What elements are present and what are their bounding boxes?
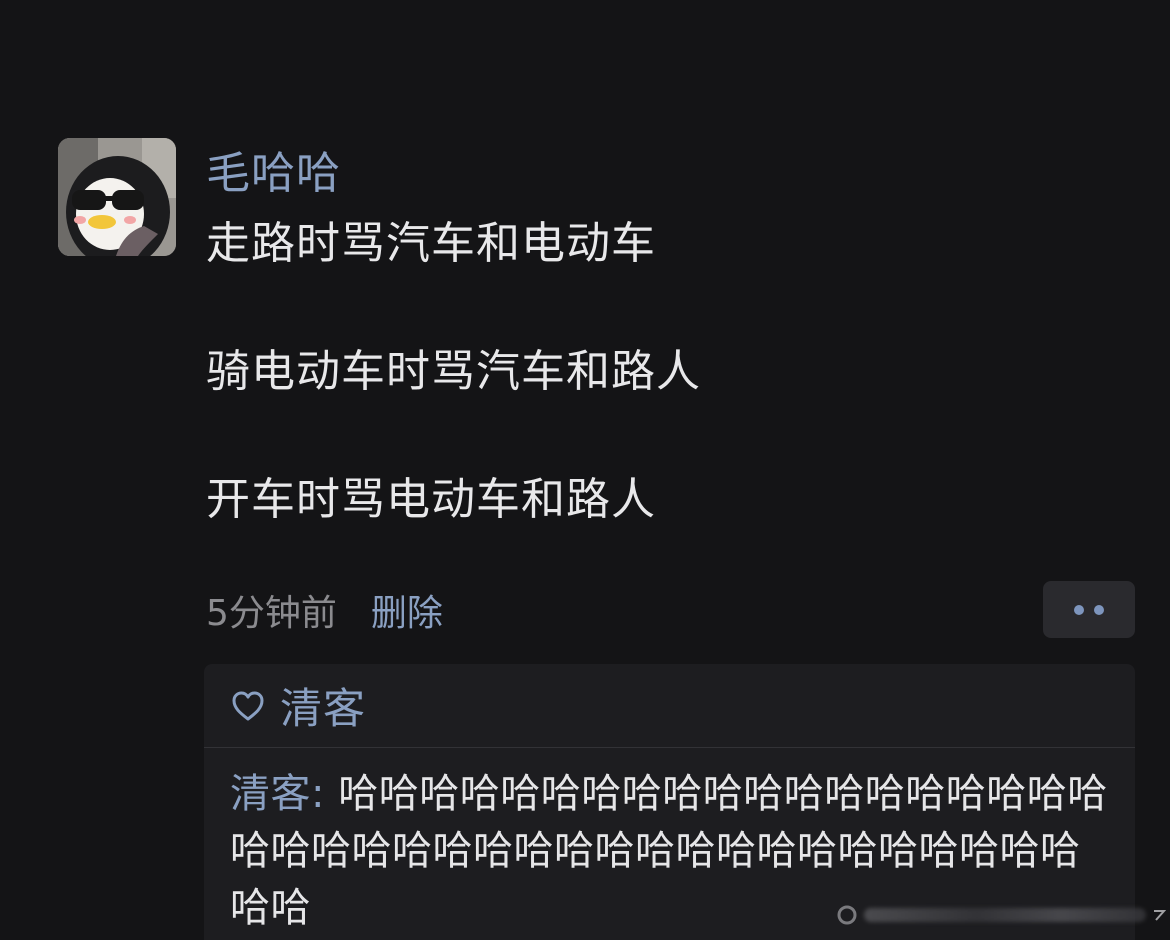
interactions-panel: 清客 清客: 哈哈哈哈哈哈哈哈哈哈哈哈哈哈哈哈哈哈哈哈哈哈哈哈哈哈哈哈哈哈哈哈哈… — [204, 664, 1135, 940]
heart-outline-icon — [232, 691, 264, 720]
more-actions-button[interactable] — [1043, 581, 1135, 638]
comment-separator: : — [311, 771, 339, 817]
comment-author[interactable]: 清客 — [230, 771, 311, 817]
penguin-avatar-image — [58, 138, 176, 256]
post-line: 骑电动车时骂汽车和路人 — [206, 346, 701, 397]
avatar[interactable] — [58, 138, 176, 256]
delete-button[interactable]: 删除 — [371, 584, 443, 636]
watermark-logo-icon — [837, 905, 857, 925]
likes-row: 清客 — [204, 664, 1135, 748]
liker-name[interactable]: 清客 — [280, 675, 366, 736]
post-line: 开车时骂电动车和路人 — [206, 474, 656, 525]
post-content: 走路时骂汽车和电动车 骑电动车时骂汽车和路人 开车时骂电动车和路人 — [206, 212, 1026, 532]
author-name[interactable]: 毛哈哈 — [206, 146, 341, 202]
corner-arrow-icon — [1154, 910, 1166, 921]
more-dots-icon — [1094, 604, 1104, 615]
more-dots-icon — [1074, 604, 1084, 615]
watermark — [836, 900, 1166, 930]
moment-post: 毛哈哈 走路时骂汽车和电动车 骑电动车时骂汽车和路人 开车时骂电动车和路人 5分… — [0, 0, 1170, 940]
post-line: 走路时骂汽车和电动车 — [206, 218, 656, 269]
post-meta: 5分钟前 删除 — [206, 584, 443, 636]
watermark-blur — [864, 908, 1146, 922]
post-timestamp: 5分钟前 — [206, 593, 337, 634]
